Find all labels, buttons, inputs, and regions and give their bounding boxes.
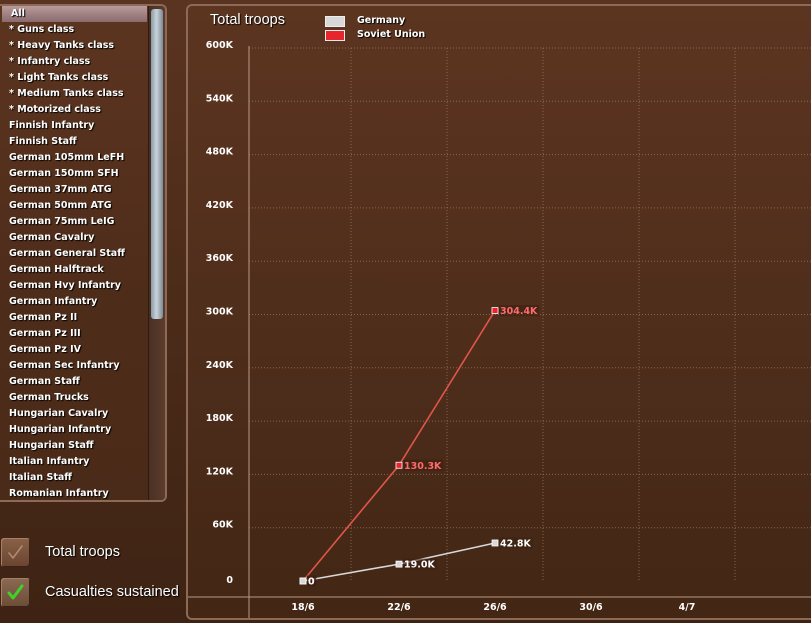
list-item[interactable]: German General Staff	[0, 246, 147, 262]
y-tick-label: 120K	[206, 466, 234, 477]
scrollbar-thumb[interactable]	[151, 9, 163, 319]
list-item[interactable]: German 50mm ATG	[0, 198, 147, 214]
y-tick-label: 240K	[206, 360, 234, 371]
list-item[interactable]: Hungarian Staff	[0, 438, 147, 454]
y-tick-label: 60K	[212, 520, 233, 531]
data-label-soviet: 130.3K	[404, 461, 442, 472]
troops-line-chart: 0 60K 120K 180K 240K 300K 360K 420K 480K 540K 600K…	[188, 40, 811, 618]
list-item[interactable]: German 37mm ATG	[0, 182, 147, 198]
data-point-germany	[395, 560, 403, 568]
list-item[interactable]: German Halftrack	[0, 262, 147, 278]
legend-label-soviet: Soviet Union	[357, 29, 426, 40]
x-tick-label: 18/6	[291, 602, 315, 613]
list-item[interactable]: * Light Tanks class	[0, 70, 147, 86]
chart-title: Total troops	[210, 12, 285, 28]
data-point-soviet	[491, 307, 499, 314]
data-label-germany: 42.8K	[500, 538, 531, 549]
y-tick-label: 300K	[206, 307, 234, 318]
list-item[interactable]: German 75mm LeIG	[0, 214, 147, 230]
y-tick-label: 600K	[206, 40, 234, 51]
chart-panel: 0 60K 120K 180K 240K 300K 360K 420K 480K 540K 600K…	[186, 4, 811, 620]
y-tick-label: 180K	[206, 413, 234, 424]
data-label-soviet: 304.4K	[500, 306, 538, 317]
x-tick-label: 4/7	[679, 602, 696, 613]
y-tick-label: 0	[226, 575, 233, 586]
list-item[interactable]: German Trucks	[0, 390, 147, 406]
data-label-germany: 19.0K	[404, 560, 435, 571]
list-item[interactable]: * Motorized class	[0, 102, 147, 118]
list-item[interactable]: Finnish Infantry	[0, 118, 147, 134]
legend-label-germany: Germany	[357, 15, 406, 26]
unit-list: All * Guns class * Heavy Tanks class * Infa…	[0, 6, 147, 500]
list-item[interactable]: Italian Staff	[0, 470, 147, 486]
list-item[interactable]: Italian Infantry	[0, 454, 147, 470]
casualties-label: Casualties sustained	[45, 584, 179, 600]
unit-list-scrollbar[interactable]	[148, 6, 165, 500]
x-tick-label: 30/6	[579, 602, 603, 613]
legend-swatch-germany	[325, 16, 345, 27]
list-item[interactable]: German Cavalry	[0, 230, 147, 246]
list-item[interactable]: * Infantry class	[0, 54, 147, 70]
list-item[interactable]: Hungarian Cavalry	[0, 406, 147, 422]
x-tick-label: 22/6	[387, 602, 411, 613]
list-item[interactable]: Finnish Staff	[0, 134, 147, 150]
data-point-germany	[299, 577, 307, 585]
faded-check-icon	[8, 545, 23, 559]
unit-list-panel: All * Guns class * Heavy Tanks class * Infa…	[0, 4, 167, 502]
list-item[interactable]: Hungarian Infantry	[0, 422, 147, 438]
list-item[interactable]: German 105mm LeFH	[0, 150, 147, 166]
list-item[interactable]: * Heavy Tanks class	[0, 38, 147, 54]
list-item[interactable]: * Medium Tanks class	[0, 86, 147, 102]
list-item[interactable]: Romanian Infantry	[0, 486, 147, 500]
y-tick-label: 420K	[206, 200, 234, 211]
data-point-germany	[491, 539, 499, 547]
green-check-icon	[7, 584, 24, 600]
x-tick-label: 26/6	[483, 602, 507, 613]
y-tick-label: 360K	[206, 253, 234, 264]
list-item[interactable]: German Sec Infantry	[0, 358, 147, 374]
list-item[interactable]: * Guns class	[0, 22, 147, 38]
list-item[interactable]: German Staff	[0, 374, 147, 390]
list-item[interactable]: German 150mm SFH	[0, 166, 147, 182]
list-item[interactable]: German Infantry	[0, 294, 147, 310]
series-line-soviet	[302, 310, 496, 582]
y-tick-label: 540K	[206, 93, 234, 104]
data-label-germany: 0	[308, 577, 315, 588]
y-tick-label: 480K	[206, 147, 234, 158]
list-item-selected[interactable]: All	[2, 6, 147, 22]
casualties-checkbox[interactable]	[1, 578, 30, 607]
total-troops-checkbox[interactable]	[1, 538, 30, 567]
list-item[interactable]: German Pz IV	[0, 342, 147, 358]
legend-swatch-soviet	[325, 30, 345, 41]
total-troops-label: Total troops	[45, 544, 120, 560]
list-item[interactable]: German Pz II	[0, 310, 147, 326]
list-item[interactable]: German Pz III	[0, 326, 147, 342]
list-item[interactable]: German Hvy Infantry	[0, 278, 147, 294]
data-point-soviet	[395, 461, 403, 469]
